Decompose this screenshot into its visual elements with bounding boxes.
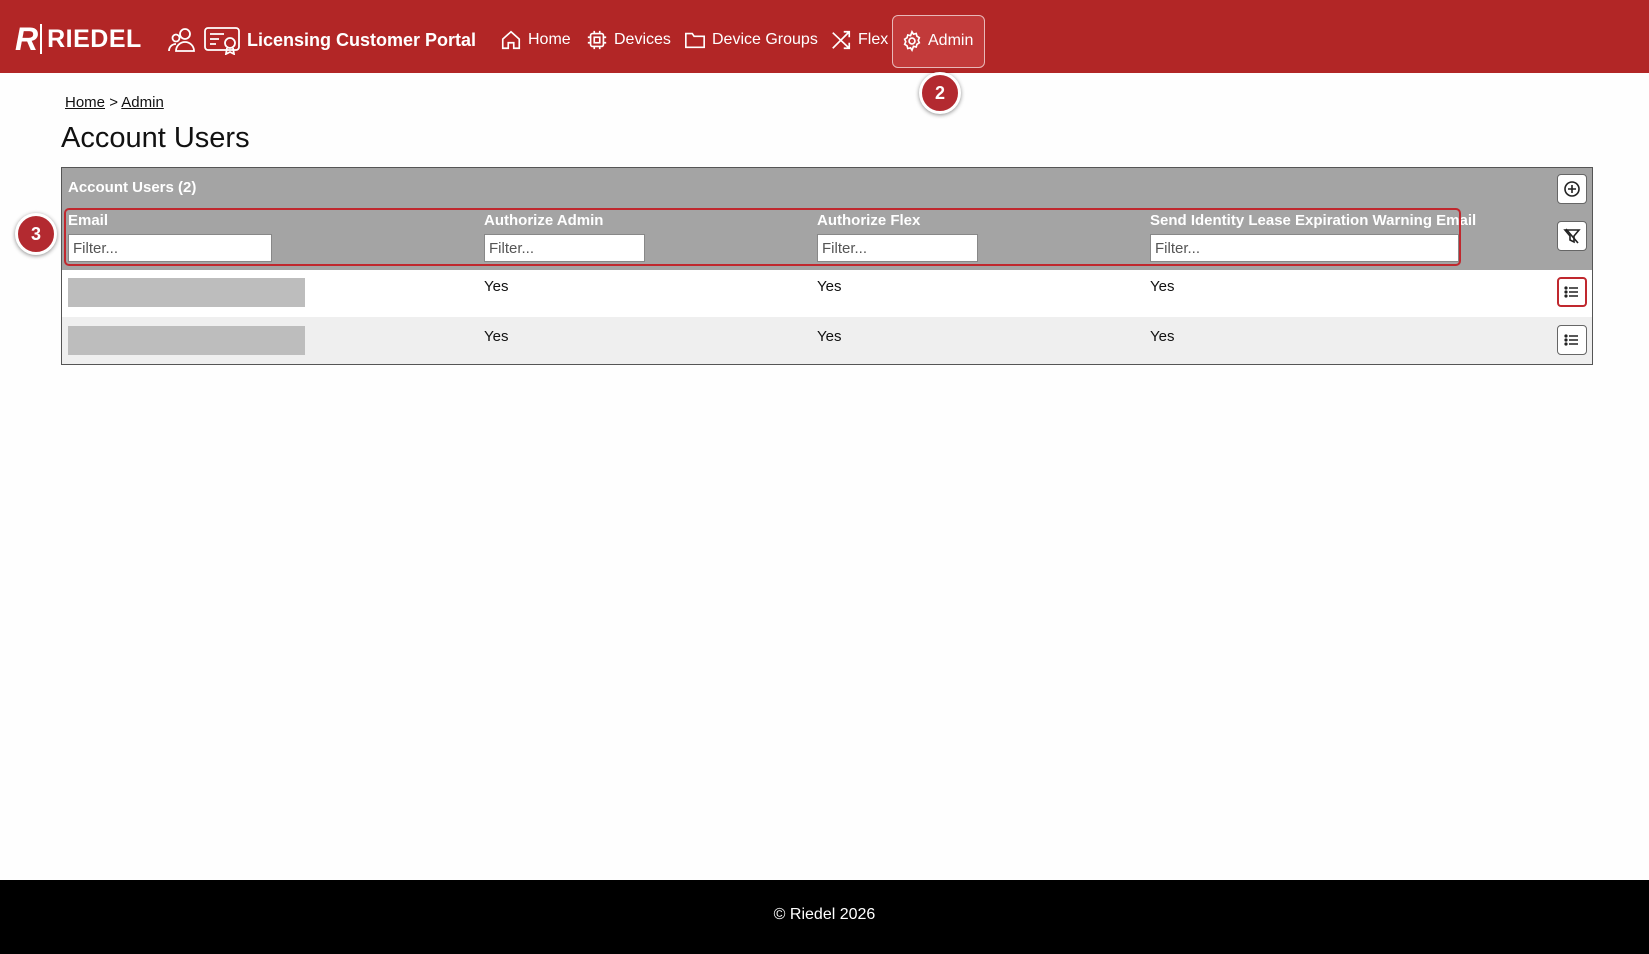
chip-icon <box>587 30 607 50</box>
breadcrumb-home-link[interactable]: Home <box>65 94 105 111</box>
users-icon <box>167 25 197 55</box>
nav-admin[interactable]: Admin <box>892 15 985 68</box>
column-header-authorize-admin[interactable]: Authorize Admin <box>484 212 603 229</box>
nav-home[interactable]: Home <box>500 24 571 56</box>
home-icon <box>501 30 521 50</box>
nav-home-label: Home <box>528 31 571 48</box>
row-actions-menu-button[interactable] <box>1557 277 1587 307</box>
breadcrumb-admin-link[interactable]: Admin <box>121 94 164 111</box>
email-cell-redacted <box>68 326 305 355</box>
nav-admin-label: Admin <box>928 32 974 49</box>
riedel-logo[interactable]: R RIEDEL <box>15 20 142 58</box>
breadcrumb: Home > Admin <box>65 94 164 111</box>
authorize-flex-cell: Yes <box>817 328 842 345</box>
logo-divider <box>40 24 43 54</box>
folder-icon <box>685 32 705 49</box>
email-filter-input[interactable] <box>68 234 272 262</box>
top-navigation-bar: R RIEDEL Licensing Customer Portal Home <box>0 0 1649 73</box>
nav-devices-label: Devices <box>614 31 671 48</box>
nav-flex-label: Flex <box>858 31 889 48</box>
column-header-email[interactable]: Email <box>68 212 108 229</box>
column-header-send-warning-email[interactable]: Send Identity Lease Expiration Warning E… <box>1150 212 1476 229</box>
plus-circle-icon <box>1564 181 1580 197</box>
list-icon <box>1564 334 1578 346</box>
grid-caption: Account Users (2) <box>68 179 197 196</box>
page-footer: © Riedel 2026 <box>0 880 1649 954</box>
portal-title: Licensing Customer Portal <box>247 29 477 50</box>
send-warning-email-filter-input[interactable] <box>1150 234 1459 262</box>
filter-clear-icon <box>1563 228 1581 244</box>
page-title: Account Users <box>61 122 250 154</box>
email-cell-redacted <box>68 278 305 307</box>
grid-header: Account Users (2) Email Authorize Admin … <box>62 168 1592 270</box>
callout-marker-3: 3 <box>15 213 57 255</box>
authorize-admin-cell: Yes <box>484 278 509 295</box>
logo-mark: R <box>15 21 38 57</box>
license-certificate-icon <box>203 25 243 55</box>
copyright-text: © Riedel 2026 <box>773 906 876 923</box>
row-actions-menu-button[interactable] <box>1557 325 1587 355</box>
authorize-admin-cell: Yes <box>484 328 509 345</box>
authorize-flex-cell: Yes <box>817 278 842 295</box>
send-warning-email-cell: Yes <box>1150 278 1175 295</box>
authorize-admin-filter-input[interactable] <box>484 234 645 262</box>
portal-brand[interactable]: Licensing Customer Portal <box>167 24 476 56</box>
column-header-authorize-flex[interactable]: Authorize Flex <box>817 212 920 229</box>
table-row[interactable]: Yes Yes Yes <box>62 317 1592 364</box>
nav-device-groups[interactable]: Device Groups <box>684 24 818 56</box>
shuffle-icon <box>832 30 851 50</box>
logo-text: RIEDEL <box>47 24 142 53</box>
send-warning-email-cell: Yes <box>1150 328 1175 345</box>
table-row[interactable]: Yes Yes Yes <box>62 270 1592 317</box>
callout-marker-2: 2 <box>919 72 961 114</box>
authorize-flex-filter-input[interactable] <box>817 234 978 262</box>
breadcrumb-separator: > <box>109 94 118 111</box>
clear-filters-button[interactable] <box>1557 221 1587 251</box>
account-users-grid: Account Users (2) Email Authorize Admin … <box>61 167 1593 365</box>
gear-icon <box>903 30 921 52</box>
nav-device-groups-label: Device Groups <box>712 31 818 48</box>
nav-devices[interactable]: Devices <box>586 24 671 56</box>
list-icon <box>1564 286 1578 298</box>
add-user-button[interactable] <box>1557 174 1587 204</box>
nav-flex[interactable]: Flex <box>830 24 888 56</box>
